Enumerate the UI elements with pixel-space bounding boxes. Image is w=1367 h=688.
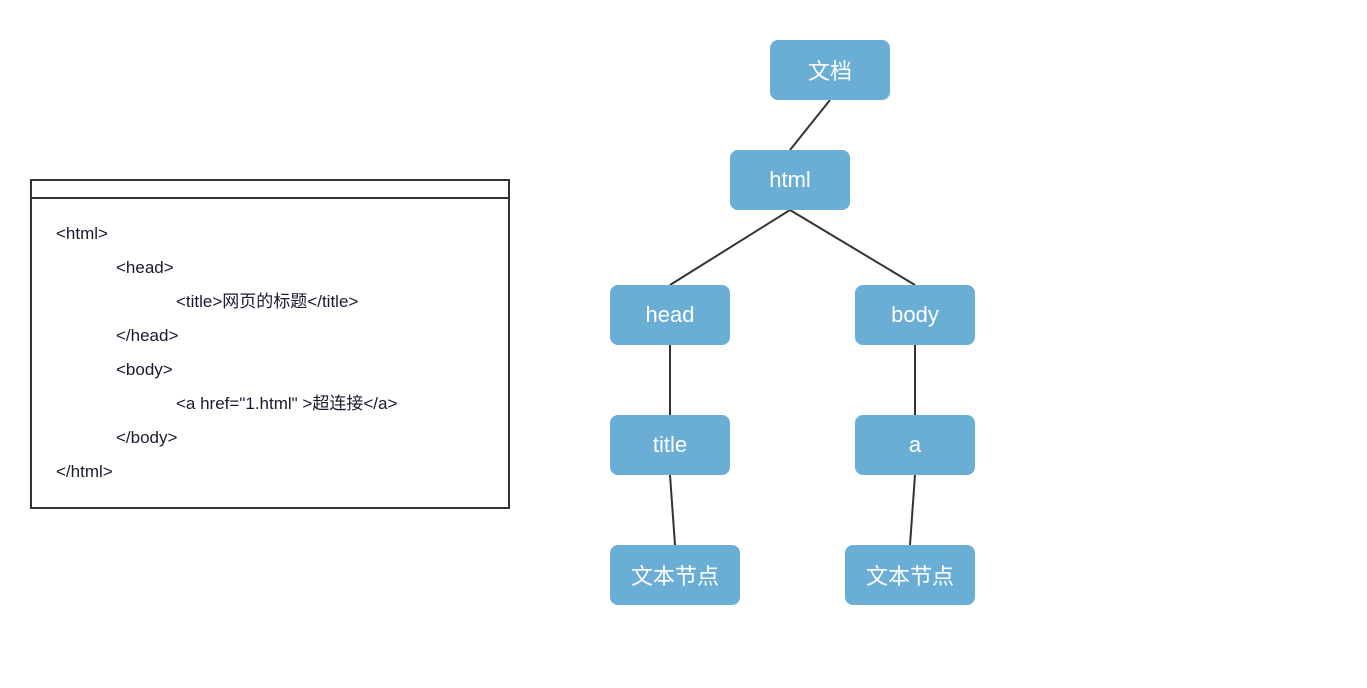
code-line: <html> [56,217,484,251]
tree-node-body: body [855,285,975,345]
code-block: <html><head><title>网页的标题</title></head><… [32,199,508,507]
code-line: </body> [56,421,484,455]
tree-node-html: html [730,150,850,210]
tree-node-wendang: 文档 [770,40,890,100]
code-line: </head> [56,319,484,353]
code-line: </html> [56,455,484,489]
code-line: <body> [56,353,484,387]
code-panel: <html><head><title>网页的标题</title></head><… [30,179,510,509]
tree-node-title: title [610,415,730,475]
file-title [32,181,508,199]
code-line: <title>网页的标题</title> [56,285,484,319]
tree-node-a: a [855,415,975,475]
tree-node-text1: 文本节点 [610,545,740,605]
tree-node-head: head [610,285,730,345]
code-line: <head> [56,251,484,285]
tree-node-text2: 文本节点 [845,545,975,605]
tree-diagram: 文档 html head body title a 文本节点 文本节点 [590,20,1337,668]
code-line: <a href="1.html" >超连接</a> [56,387,484,421]
